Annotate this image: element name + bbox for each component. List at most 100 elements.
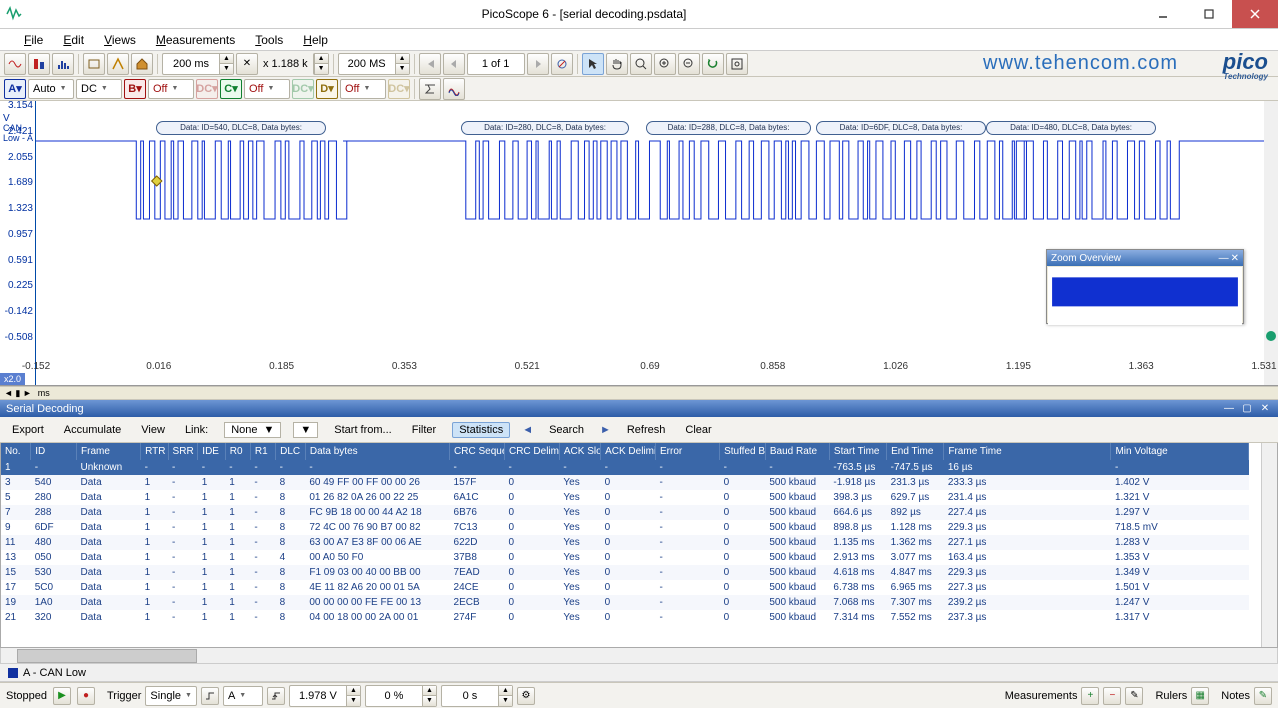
stop-button[interactable]: ● (77, 687, 95, 705)
col-header[interactable]: ACK Delimiter (601, 443, 656, 460)
vertical-scrollbar[interactable] (1261, 443, 1277, 647)
channel-d-button[interactable]: D▾ (316, 79, 338, 99)
last-page-icon[interactable] (551, 53, 573, 75)
col-header[interactable]: IDE (198, 443, 225, 460)
math-channel-icon[interactable] (419, 78, 441, 100)
trigger-mode-dropdown[interactable]: Single▼ (145, 686, 197, 706)
search-prev-icon[interactable]: ◄ (522, 424, 533, 436)
menu-file[interactable]: File (14, 33, 53, 47)
search-button[interactable]: Search (545, 422, 588, 438)
col-header[interactable]: End Time (887, 443, 944, 460)
page-spinner[interactable] (467, 53, 525, 75)
channel-d-coupling[interactable]: DC▾ (388, 79, 410, 99)
table-row[interactable]: 3540Data1-11-860 49 FF 00 FF 00 00 26157… (1, 475, 1249, 490)
link-dropdown[interactable]: None▼ (224, 422, 281, 438)
startfrom-button[interactable]: Start from... (330, 422, 395, 438)
meas-add-icon[interactable]: + (1081, 687, 1099, 705)
view-button[interactable]: View (137, 422, 169, 438)
pretrigger-spinner[interactable]: ▲▼ (365, 685, 437, 707)
zoom-min-icon[interactable]: — (1219, 253, 1229, 264)
trigger-edge-icon[interactable] (201, 687, 219, 705)
col-header[interactable]: Error (656, 443, 720, 460)
waveform-area[interactable]: Data: ID=540, DLC=8, Data bytes: Data: ID… (36, 101, 1264, 385)
table-row[interactable]: 175C0Data1-11-84E 11 82 A6 20 00 01 5A24… (1, 580, 1249, 595)
table-row[interactable]: 15530Data1-11-8F1 09 03 00 40 00 BB 007E… (1, 565, 1249, 580)
rulers-icon[interactable]: ▦ (1191, 687, 1209, 705)
decode-bubble[interactable]: Data: ID=480, DLC=8, Data bytes: (986, 121, 1156, 135)
col-header[interactable]: DLC (276, 443, 306, 460)
menu-edit[interactable]: Edit (53, 33, 94, 47)
accumulate-button[interactable]: Accumulate (60, 422, 125, 438)
hand-tool-icon[interactable] (606, 53, 628, 75)
decode-bubble[interactable]: Data: ID=6DF, DLC=8, Data bytes: (816, 121, 986, 135)
menu-measurements[interactable]: Measurements (146, 33, 245, 47)
decode-table[interactable]: No.IDFrameRTRSRRIDER0R1DLCData bytesCRC … (1, 443, 1249, 625)
next-page-icon[interactable] (527, 53, 549, 75)
decode-bubble[interactable]: Data: ID=540, DLC=8, Data bytes: (156, 121, 326, 135)
panel-max-icon[interactable]: ▢ (1240, 402, 1254, 416)
first-page-icon[interactable] (419, 53, 441, 75)
home-icon[interactable] (131, 53, 153, 75)
decode-bubble[interactable]: Data: ID=288, DLC=8, Data bytes: (646, 121, 811, 135)
trigger-marker-icon[interactable] (1266, 331, 1276, 341)
prev-page-icon[interactable] (443, 53, 465, 75)
table-row[interactable]: 191A0Data1-11-800 00 00 00 FE FE 00 132E… (1, 595, 1249, 610)
meas-remove-icon[interactable]: − (1103, 687, 1121, 705)
menu-help[interactable]: Help (293, 33, 338, 47)
horizontal-scrollbar[interactable] (0, 648, 1278, 664)
channel-b-button[interactable]: B▾ (124, 79, 146, 99)
statistics-button[interactable]: Statistics (452, 422, 510, 438)
table-row[interactable]: 21320Data1-11-804 00 18 00 00 2A 00 0127… (1, 610, 1249, 625)
refresh-button[interactable]: Refresh (623, 422, 670, 438)
table-row[interactable]: 96DFData1-11-872 4C 00 76 90 B7 00 827C1… (1, 520, 1249, 535)
maximize-button[interactable] (1186, 0, 1232, 28)
channel-c-range[interactable]: Off▼ (244, 79, 290, 99)
menu-views[interactable]: Views (94, 33, 146, 47)
meas-edit-icon[interactable]: ✎ (1125, 687, 1143, 705)
trigger-rising-icon[interactable] (267, 687, 285, 705)
undo-zoom-icon[interactable] (702, 53, 724, 75)
col-header[interactable]: Stuffed Bits (720, 443, 766, 460)
table-row[interactable]: 13050Data1-11-400 A0 50 F037B80Yes0-0500… (1, 550, 1249, 565)
channel-b-coupling[interactable]: DC▾ (196, 79, 218, 99)
table-row[interactable]: 5280Data1-11-801 26 82 0A 26 00 22 256A1… (1, 490, 1249, 505)
link-opts-dropdown[interactable]: ▼ (293, 422, 318, 438)
panel-min-icon[interactable]: — (1222, 402, 1236, 416)
timebase-spinner[interactable]: ▲▼ (162, 53, 234, 75)
col-header[interactable]: CRC Delimiter (504, 443, 559, 460)
col-header[interactable]: Data bytes (305, 443, 449, 460)
persistence-mode-icon[interactable] (28, 53, 50, 75)
decode-bubble[interactable]: Data: ID=280, DLC=8, Data bytes: (461, 121, 629, 135)
zoom-full-icon[interactable] (726, 53, 748, 75)
channel-d-range[interactable]: Off▼ (340, 79, 386, 99)
col-header[interactable]: Baud Rate (765, 443, 829, 460)
go-button[interactable]: ▶ (53, 687, 71, 705)
zoom-spinner[interactable]: ▲▼ (313, 53, 329, 75)
channel-a-coupling[interactable]: DC▼ (76, 79, 122, 99)
col-header[interactable]: R0 (225, 443, 250, 460)
scope-mode-icon[interactable] (4, 53, 26, 75)
col-header[interactable]: ACK Slot (559, 443, 600, 460)
zoom-close-icon[interactable]: ✕ (1231, 253, 1239, 264)
table-row[interactable]: 11480Data1-11-863 00 A7 E3 8F 00 06 AE62… (1, 535, 1249, 550)
search-next-icon[interactable]: ► (600, 424, 611, 436)
table-row[interactable]: 1-Unknown---------------763.5 µs-747.5 µ… (1, 460, 1249, 475)
menu-tools[interactable]: Tools (245, 33, 293, 47)
delay-spinner[interactable]: ▲▼ (441, 685, 513, 707)
samples-spinner[interactable]: ▲▼ (338, 53, 410, 75)
trigger-channel-dropdown[interactable]: A▼ (223, 686, 263, 706)
samples-input[interactable] (339, 58, 395, 70)
col-header[interactable]: Start Time (829, 443, 886, 460)
channel-a-button[interactable]: A▾ (4, 79, 26, 99)
zoom-out-icon[interactable] (678, 53, 700, 75)
ref-channel-icon[interactable] (443, 78, 465, 100)
zoom-in-icon[interactable] (654, 53, 676, 75)
minimize-button[interactable] (1140, 0, 1186, 28)
horizontal-splitter[interactable]: ◄ ▮ ► ms (0, 386, 1278, 400)
table-row[interactable]: 7288Data1-11-8FC 9B 18 00 00 44 A2 186B7… (1, 505, 1249, 520)
auto-setup-icon[interactable] (107, 53, 129, 75)
col-header[interactable]: ID (31, 443, 77, 460)
col-header[interactable]: RTR (141, 443, 168, 460)
notes-icon[interactable]: ✎ (1254, 687, 1272, 705)
pointer-tool-icon[interactable] (582, 53, 604, 75)
